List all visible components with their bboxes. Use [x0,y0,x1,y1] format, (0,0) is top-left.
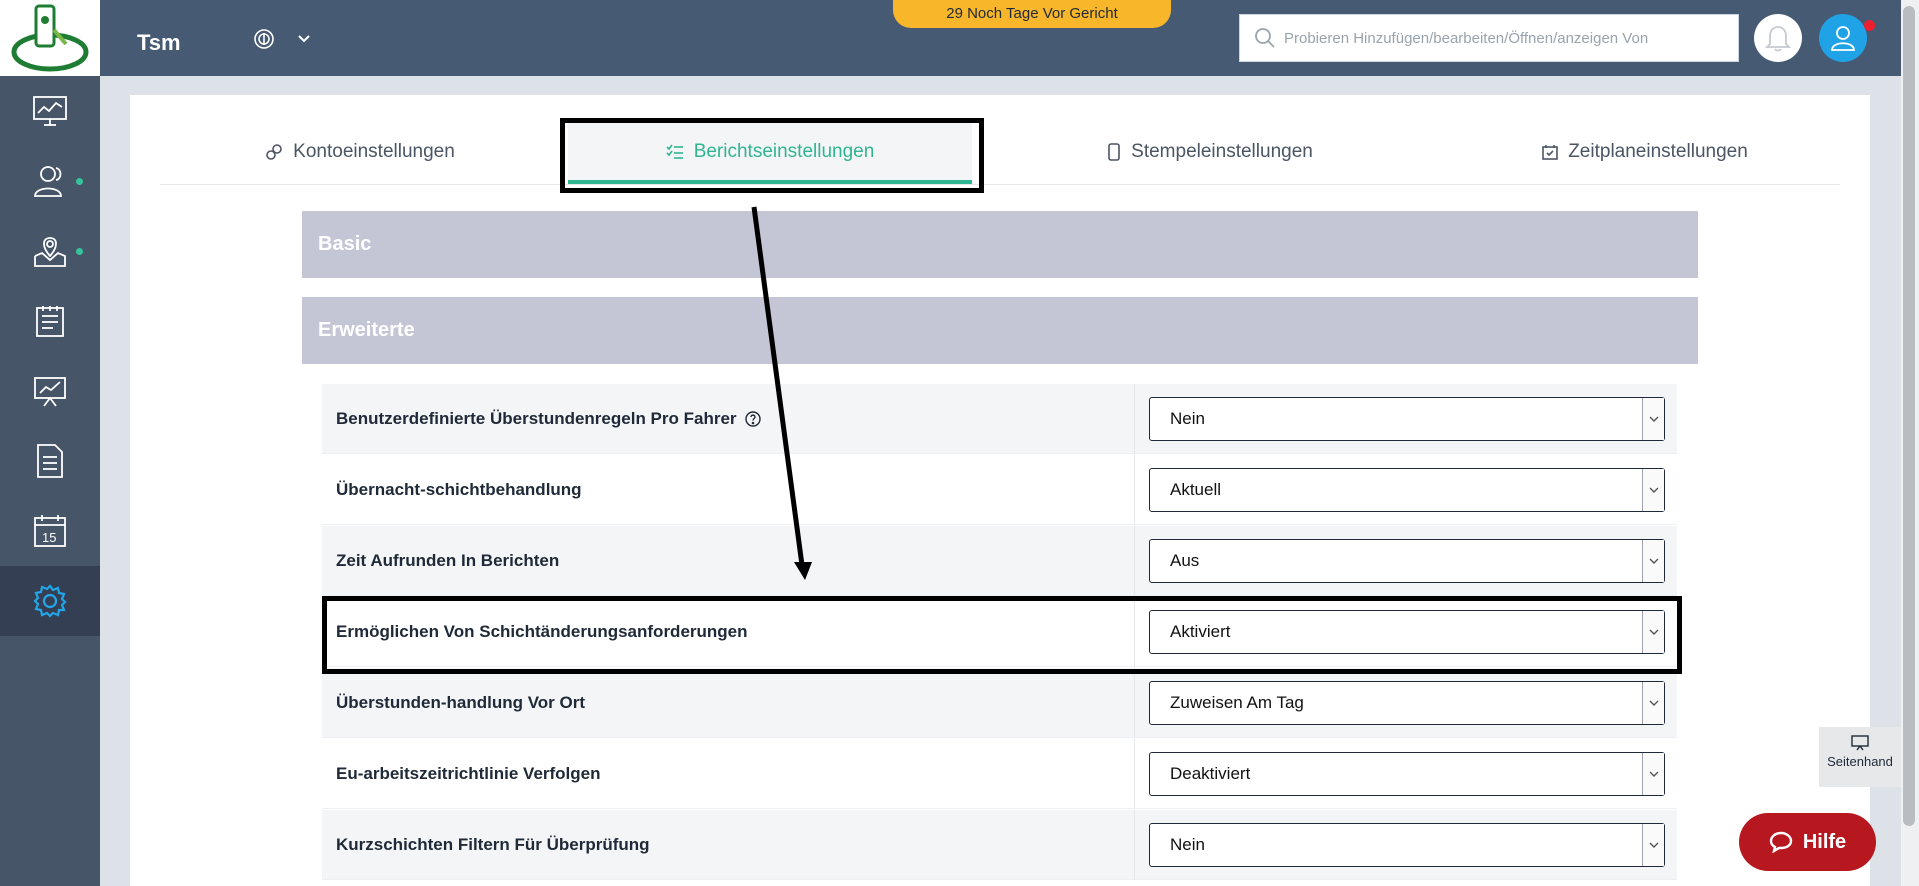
section-advanced[interactable]: Erweiterte [302,297,1698,364]
gear-icon [33,584,67,618]
tab-label: Kontoeinstellungen [293,141,455,162]
setting-select[interactable]: Aktuell [1149,467,1665,512]
setting-label: Zeit Aufrunden In Berichten [336,550,560,570]
calendar-check-icon [1542,145,1559,160]
tab-clock-settings[interactable]: Stempeleinstellungen [1080,120,1340,184]
search-input[interactable] [1284,29,1724,47]
document-icon [37,444,63,478]
setting-row: Übernacht-schichtbehandlung Aktuell [322,455,1677,525]
setting-select[interactable]: Deaktiviert [1149,751,1665,796]
row-divider [1134,668,1135,738]
row-divider [1134,739,1135,809]
setting-row: Zeit Aufrunden In Berichten Aus [322,526,1677,596]
row-divider [1134,384,1135,454]
report-clipboard-icon [36,306,64,337]
help-circle-icon[interactable] [744,410,761,427]
help-label: Hilfe [1802,830,1847,853]
sidebar-item-users[interactable] [0,146,100,216]
sidebar-item-reports[interactable] [0,286,100,356]
highlight-box-row [322,596,1682,674]
highlight-box-tab [560,118,984,193]
setting-label: Kurzschichten Filtern Für Überprüfung [336,834,650,854]
setting-row: Eu-arbeitszeitrichtlinie Verfolgen Deakt… [322,739,1677,809]
presentation-chart-icon [34,377,66,407]
map-pin-icon [34,237,66,267]
phone-icon [1108,143,1120,161]
currency-icon [254,29,274,49]
setting-row: Überstunden-handlung Vor Ort Zuweisen Am… [322,668,1677,738]
setting-select[interactable]: Nein [1149,396,1665,441]
sidebar-item-analytics[interactable] [0,356,100,426]
user-icon [1831,26,1855,51]
chevron-down-icon [1642,823,1664,866]
setting-row: Kurzschichten Filtern Für Überprüfung Ne… [322,810,1677,880]
calendar-icon: 15 [34,515,66,547]
chevron-down-icon [1642,397,1664,440]
tab-schedule-settings[interactable]: Zeitplaneinstellungen [1515,120,1775,184]
setting-row: Benutzerdefinierte Überstundenregeln Pro… [322,384,1677,454]
search-box[interactable] [1239,14,1739,62]
sidebar-item-locations[interactable] [0,216,100,286]
section-basic[interactable]: Basic [302,211,1698,278]
app-name: Tsm [137,30,181,55]
user-avatar[interactable] [1819,14,1867,62]
countdown-banner: 29 Noch Tage Vor Gericht [893,0,1171,28]
sidebar-item-dashboard[interactable] [0,76,100,146]
help-button[interactable]: Hilfe [1739,813,1876,871]
row-divider [1134,455,1135,525]
setting-label: Übernacht-schichtbehandlung [336,479,582,499]
chevron-down-icon [1642,539,1664,582]
sidebar-item-documents[interactable] [0,426,100,496]
notification-dot [76,178,83,185]
setting-select[interactable]: Aus [1149,538,1665,583]
chevron-down-icon [298,35,310,43]
chevron-down-icon [1642,681,1664,724]
row-divider [1134,810,1135,880]
setting-label: Überstunden-handlung Vor Ort [336,692,586,712]
setting-label: Benutzerdefinierte Überstundenregeln Pro… [336,409,761,429]
notification-dot [76,248,83,255]
presentation-icon [1851,735,1869,751]
tabs-divider [160,184,1840,185]
svg-text:15: 15 [42,530,56,545]
users-icon [34,166,62,197]
setting-select[interactable]: Nein [1149,822,1665,867]
side-widget[interactable]: Seitenhand [1819,727,1901,787]
logo[interactable] [0,0,100,76]
section-title: Erweiterte [318,319,415,341]
section-title: Basic [318,233,372,255]
currency-selector[interactable] [253,28,311,50]
setting-select[interactable]: Zuweisen Am Tag [1149,680,1665,725]
setting-label: Eu-arbeitszeitrichtlinie Verfolgen [336,763,601,783]
link-icon [266,144,282,160]
row-divider [1134,526,1135,596]
monitor-chart-icon [33,96,67,126]
notification-dot [1864,20,1875,31]
sidebar-item-calendar[interactable]: 15 [0,496,100,566]
bell-icon [1765,26,1791,52]
chevron-down-icon [1642,752,1664,795]
chat-bubble-icon [1769,831,1793,853]
scrollbar-thumb[interactable] [1903,6,1915,826]
sidebar: 15 [0,0,100,886]
search-icon [1255,28,1275,48]
sidebar-item-settings[interactable] [0,566,100,636]
side-widget-label: Seitenhand [1827,754,1893,769]
tab-label: Stempeleinstellungen [1131,141,1313,162]
tab-account-settings[interactable]: Kontoeinstellungen [240,120,480,184]
chevron-down-icon [1642,468,1664,511]
tab-label: Zeitplaneinstellungen [1568,141,1748,162]
notifications-button[interactable] [1754,14,1802,62]
